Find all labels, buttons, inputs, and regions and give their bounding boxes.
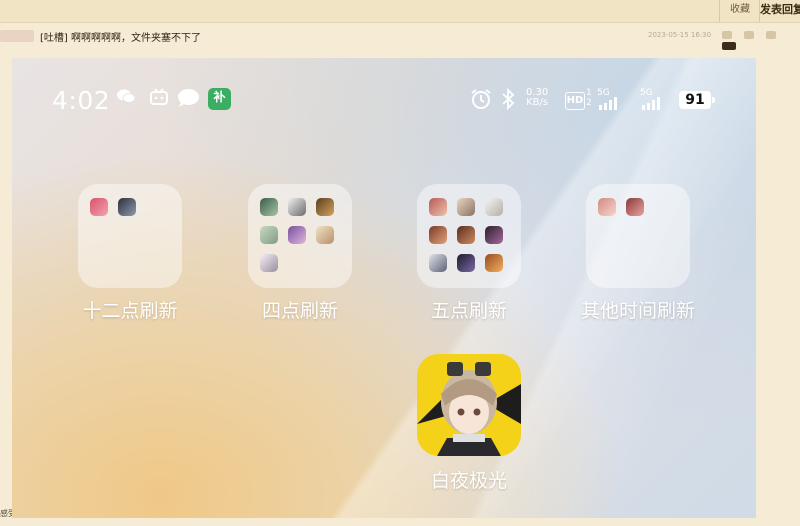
chat-bubble-icon: [178, 89, 199, 107]
forum-top-bar: 收藏 发表回复: [0, 0, 800, 23]
game-app-icon: [485, 226, 503, 244]
app-label[interactable]: 白夜极光: [379, 466, 559, 493]
share-icon[interactable]: [766, 31, 776, 39]
sim1-label: 1: [586, 88, 592, 98]
game-app-icon: [288, 198, 306, 216]
network-speed: 0.30 KB/s: [526, 88, 548, 108]
battery-indicator: 91: [679, 91, 715, 109]
app-character-art: [417, 354, 521, 456]
game-app-icon: [457, 254, 475, 272]
sim-indicator: 1 2: [586, 88, 592, 108]
post-title[interactable]: [吐槽] 啊啊啊啊啊，文件夹塞不下了: [40, 29, 201, 44]
game-app-icon: [626, 198, 644, 216]
folder-label[interactable]: 四点刷新: [210, 296, 390, 323]
game-app-icon: [316, 226, 334, 244]
game-app-icon: [288, 226, 306, 244]
game-app-icon: [316, 198, 334, 216]
game-app-icon: [260, 254, 278, 272]
game-app-icon: [90, 198, 108, 216]
folder-label[interactable]: 十二点刷新: [40, 296, 220, 323]
clock: 4:02: [52, 86, 111, 115]
collect-button[interactable]: 收藏: [719, 0, 760, 22]
folder-label[interactable]: 五点刷新: [379, 296, 559, 323]
menu-icon[interactable]: [722, 42, 736, 50]
post-badge: [0, 30, 34, 42]
bilibili-tv-icon: [150, 88, 168, 105]
status-bar: 4:02 补 0.30 KB/s HD 1 2 5G 5G 91: [12, 58, 756, 138]
folder-label[interactable]: 其他时间刷新: [548, 296, 728, 323]
signal-strength-icon-1: [599, 97, 617, 110]
game-app-icon: [118, 198, 136, 216]
folder-five-refresh[interactable]: [417, 184, 521, 288]
game-app-icon: [598, 198, 616, 216]
like-icon[interactable]: [722, 31, 732, 39]
folder-four-refresh[interactable]: [248, 184, 352, 288]
game-app-icon: [429, 254, 447, 272]
dislike-icon[interactable]: [744, 31, 754, 39]
bluetooth-icon: [502, 88, 515, 110]
game-app-icon: [457, 226, 475, 244]
phone-screenshot: 4:02 补 0.30 KB/s HD 1 2 5G 5G 91 十二点刷新 四…: [12, 58, 756, 518]
post-row: [吐槽] 啊啊啊啊啊，文件夹塞不下了 2023-05-15 16:30: [0, 26, 800, 50]
green-app-icon: 补: [208, 88, 231, 110]
alarm-clock-icon: [471, 89, 491, 109]
hd-voice-badge: HD: [565, 92, 585, 110]
game-app-icon: [429, 198, 447, 216]
game-app-icon: [260, 198, 278, 216]
game-app-icon: [485, 198, 503, 216]
network-speed-unit: KB/s: [526, 97, 549, 108]
game-app-icon: [429, 226, 447, 244]
game-app-icon: [260, 226, 278, 244]
game-app-icon: [457, 198, 475, 216]
folder-other-refresh[interactable]: [586, 184, 690, 288]
post-actions: [722, 30, 800, 50]
reply-button[interactable]: 发表回复: [759, 0, 800, 22]
post-time: 2023-05-15 16:30: [648, 31, 712, 39]
game-app-icon: [485, 254, 503, 272]
wechat-icon: [117, 89, 136, 103]
baiyejiguang-app-icon[interactable]: [417, 354, 521, 456]
folder-twelve-refresh[interactable]: [78, 184, 182, 288]
signal-strength-icon-2: [642, 97, 660, 110]
sim2-label: 2: [586, 98, 592, 108]
